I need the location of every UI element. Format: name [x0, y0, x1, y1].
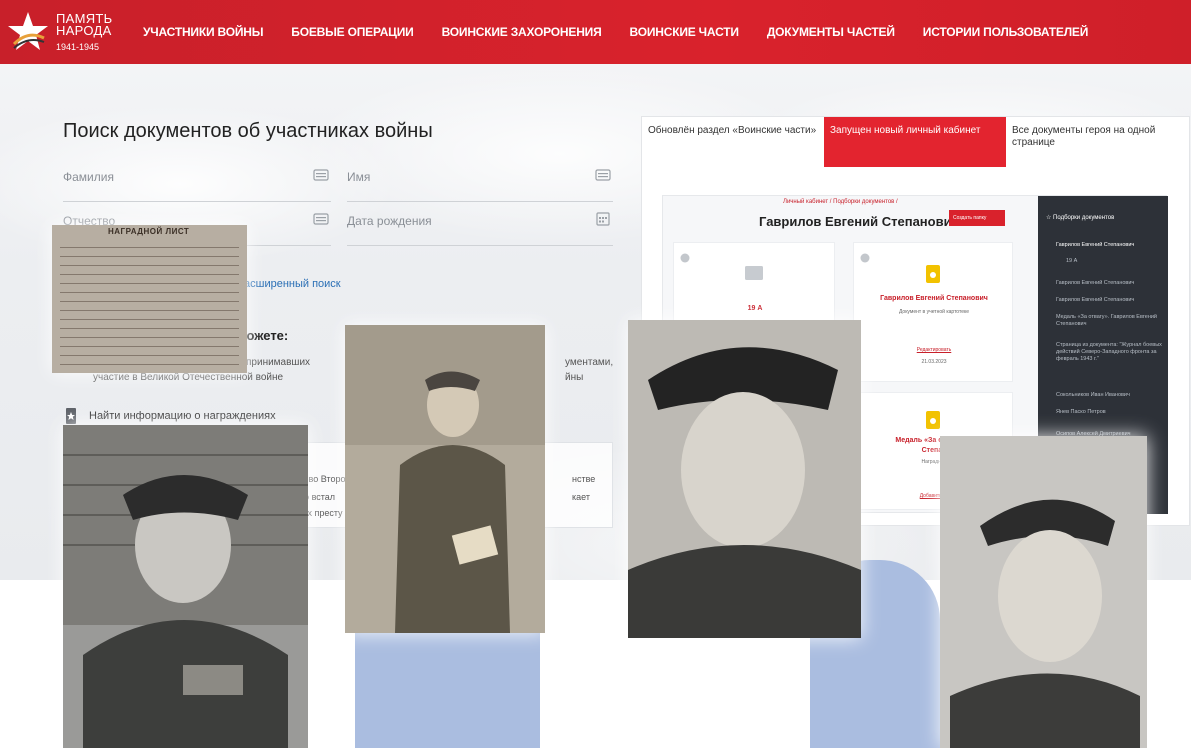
tab-new-cabinet[interactable]: Запущен новый личный кабинет [824, 117, 1006, 167]
feature-text-right-1: ументами, [565, 357, 614, 368]
site-logo[interactable]: ПАМЯТЬ НАРОДА 1941-1945 [6, 10, 116, 56]
birthdate-field[interactable]: Дата рождения [347, 202, 613, 246]
tab-units-updated[interactable]: Обновлён раздел «Воинские части» [642, 117, 824, 167]
feature-text-right-2: йны [565, 372, 584, 383]
doc-card-1-edit[interactable]: Редактировать [854, 347, 1014, 353]
tab-hero-documents[interactable]: Все документы героя на одной странице [1006, 117, 1191, 167]
logo-title: ПАМЯТЬ НАРОДА [56, 12, 113, 38]
soldier-photo-4 [940, 436, 1147, 748]
keyboard-icon[interactable] [595, 168, 611, 182]
sidebar-heading: ☆ Подборки документов [1046, 215, 1115, 221]
info-box-line-2b: кает [572, 492, 590, 502]
folder-icon [745, 266, 763, 280]
birthdate-label: Дата рождения [347, 214, 432, 228]
document-icon [926, 265, 940, 283]
veteran-photo-1 [63, 425, 308, 748]
sidebar-item[interactable]: Гаврилов Евгений Степанович [1056, 297, 1162, 304]
logo-line-2: НАРОДА [56, 23, 112, 38]
name-label: Имя [347, 170, 371, 184]
surname-label: Фамилия [63, 170, 114, 184]
nav-operations[interactable]: БОЕВЫЕ ОПЕРАЦИИ [291, 25, 414, 39]
medal-icon [66, 408, 76, 424]
nav-user-stories[interactable]: ИСТОРИИ ПОЛЬЗОВАТЕЛЕЙ [923, 25, 1089, 39]
sidebar-item[interactable]: Сокольников Иван Иванович [1056, 392, 1162, 399]
awards-feature[interactable]: Найти информацию о награждениях [63, 408, 276, 424]
sidebar-heading-label: Подборки документов [1053, 215, 1115, 221]
nav-participants[interactable]: УЧАСТНИКИ ВОЙНЫ [143, 25, 263, 39]
sidebar-item[interactable]: Страница из документа: "Журнал боевых де… [1056, 342, 1162, 363]
doc-card-1-date: 21.03.2023 [921, 359, 947, 365]
awards-feature-label: Найти информацию о награждениях [89, 410, 276, 422]
document-card-1[interactable]: Гаврилов Евгений Степанович Документ в у… [853, 242, 1013, 382]
folder-name: 19 А [747, 305, 763, 312]
soldier-photo-2 [345, 325, 545, 633]
logo-years: 1941-1945 [56, 42, 100, 52]
award-sheet-photo: НАГРАДНОЙ ЛИСТ [52, 225, 247, 373]
keyboard-icon[interactable] [313, 212, 329, 226]
doc-card-1-title: Гаврилов Евгений Степанович [880, 295, 988, 302]
preview-person-name: Гаврилов Евгений Степанович [759, 214, 960, 229]
name-field[interactable]: Имя [347, 158, 613, 202]
nav-unit-documents[interactable]: ДОКУМЕНТЫ ЧАСТЕЙ [767, 25, 895, 39]
surname-field[interactable]: Фамилия [63, 158, 331, 202]
search-title: Поиск документов об участниках войны [63, 120, 433, 142]
sidebar-item[interactable]: 19 А [1066, 258, 1172, 265]
sidebar-item[interactable]: Медаль «За отвагу». Гаврилов Евгений Сте… [1056, 314, 1162, 328]
check-circle-icon [680, 253, 690, 263]
keyboard-icon[interactable] [313, 168, 329, 182]
soldier-photo-3 [628, 320, 861, 638]
soldier-portrait-4 [940, 436, 1147, 748]
award-sheet-lines [60, 239, 239, 365]
check-circle-icon [860, 253, 870, 263]
feature-text-left-2: участие в Великой Отечественной войне [93, 372, 284, 383]
soldier-portrait-3 [628, 320, 861, 638]
create-folder-button[interactable]: Создать папку [949, 210, 1005, 226]
award-sheet-title: НАГРАДНОЙ ЛИСТ [108, 227, 190, 236]
info-box-line-1b: нстве [572, 474, 596, 484]
sidebar-item[interactable]: Гаврилов Евгений Степанович [1056, 242, 1162, 249]
veteran-portrait-1 [63, 425, 308, 748]
star-icon [8, 12, 48, 50]
sidebar-item[interactable]: Янев Паско Петров [1056, 409, 1162, 416]
preview-breadcrumb: Личный кабинет / Подборки документов / [783, 199, 898, 205]
top-navigation-bar: ПАМЯТЬ НАРОДА 1941-1945 УЧАСТНИКИ ВОЙНЫ … [0, 0, 1191, 64]
soldier-portrait-2 [345, 325, 545, 633]
main-nav: УЧАСТНИКИ ВОЙНЫ БОЕВЫЕ ОПЕРАЦИИ ВОИНСКИЕ… [143, 25, 1116, 39]
sidebar-item[interactable]: Гаврилов Евгений Степанович [1056, 280, 1162, 287]
nav-burials[interactable]: ВОИНСКИЕ ЗАХОРОНЕНИЯ [442, 25, 602, 39]
advanced-search-link[interactable]: асширенный поиск [244, 278, 341, 290]
document-icon [926, 411, 940, 429]
doc-card-1-subtitle: Документ в учетной картотеке [898, 309, 970, 315]
calendar-icon[interactable] [595, 212, 611, 226]
nav-units[interactable]: ВОИНСКИЕ ЧАСТИ [630, 25, 739, 39]
feature-text-left-1: принимавших [246, 357, 311, 368]
